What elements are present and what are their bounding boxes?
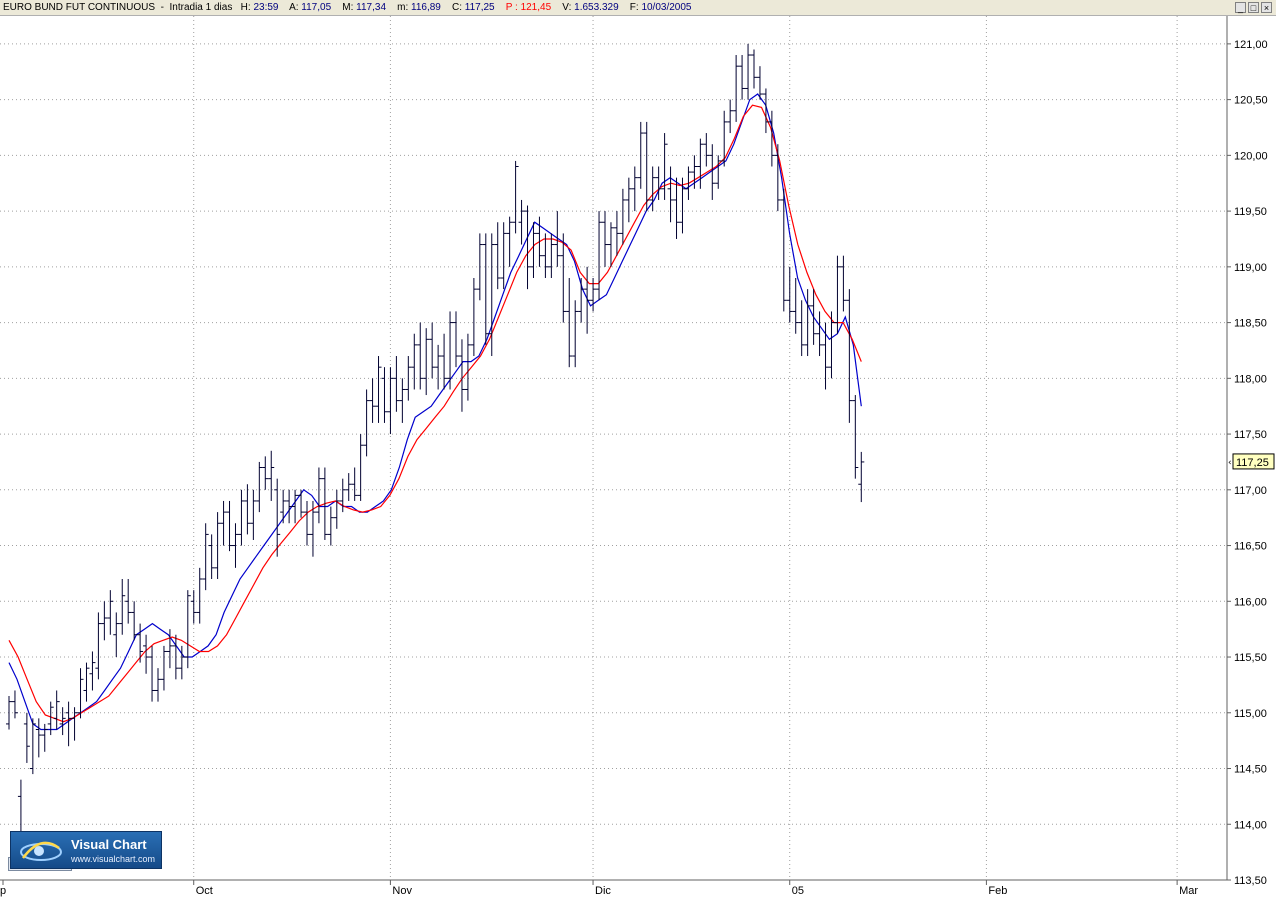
minimize-button[interactable]: _: [1235, 2, 1246, 13]
x-tick-label: Oct: [196, 885, 213, 897]
visual-chart-logo: Visual Chart www.visualchart.com: [10, 831, 162, 869]
y-tick-label: 120,50: [1234, 95, 1268, 107]
y-tick-label: 118,50: [1234, 318, 1267, 330]
open-value: 117,05: [301, 2, 332, 13]
low-value: 116,89: [411, 2, 441, 13]
high-label: M:: [342, 2, 354, 13]
open-label: A:: [289, 2, 299, 13]
y-tick-label: 116,50: [1234, 541, 1267, 553]
volume-label: V:: [562, 2, 572, 13]
logo-name: Visual Chart: [71, 837, 147, 852]
y-tick-label: 114,00: [1234, 819, 1267, 831]
close-button[interactable]: ×: [1261, 2, 1272, 13]
close-value: 117,25: [464, 2, 495, 13]
high-value: 117,34: [356, 2, 386, 13]
logo-swoosh-icon: [20, 841, 62, 861]
y-tick-label: 117,50: [1234, 429, 1267, 441]
instrument-name: EURO BUND FUT CONTINUOUS: [3, 2, 156, 13]
close-label: C:: [451, 2, 462, 13]
price-chart[interactable]: 121,00 120,50 120,00 119,50 119,00 118,50 118,…: [0, 0, 1276, 897]
low-label: m:: [397, 2, 409, 13]
y-tick-label: 119,00: [1234, 262, 1267, 274]
hour-value: 23:59: [253, 2, 279, 13]
last-price-marker: 117,25 ‹: [1228, 453, 1275, 470]
last-price-label: 117,25: [1236, 457, 1269, 469]
price-value: 121,45: [520, 2, 552, 13]
x-tick-label: 05: [792, 885, 804, 897]
price-label: P :: [505, 2, 518, 13]
y-tick-label: 117,00: [1234, 485, 1267, 497]
y-tick-label: 116,00: [1234, 596, 1267, 608]
y-tick-label: 115,50: [1234, 652, 1267, 664]
x-tick-label: Nov: [392, 885, 412, 897]
y-tick-label: 120,00: [1234, 150, 1268, 162]
last-price-pointer: ‹: [1228, 458, 1232, 468]
x-tick-label: p: [0, 885, 6, 897]
instrument-quote-line: EURO BUND FUT CONTINUOUS - Intradia 1 di…: [3, 2, 692, 13]
date-value: 10/03/2005: [641, 2, 692, 13]
timeframe: Intradia 1 dias: [169, 2, 233, 13]
logo-url: www.visualchart.com: [71, 854, 156, 864]
chart-background: [0, 16, 1276, 897]
x-tick-label: Dic: [595, 885, 611, 897]
hour-label: H:: [240, 2, 251, 13]
y-tick-label: 118,00: [1234, 373, 1267, 385]
date-label: F:: [629, 2, 639, 13]
x-tick-label: Mar: [1179, 885, 1198, 897]
chart-title-bar[interactable]: EURO BUND FUT CONTINUOUS - Intradia 1 di…: [0, 0, 1276, 16]
y-tick-label: 115,00: [1234, 708, 1267, 720]
volume-value: 1.653.329: [574, 2, 619, 13]
y-tick-label: 114,50: [1234, 764, 1267, 776]
maximize-button[interactable]: □: [1248, 2, 1259, 13]
window-controls: _ □ ×: [1235, 2, 1272, 13]
y-tick-label: 121,00: [1234, 39, 1268, 51]
y-tick-label: 113,50: [1234, 875, 1267, 887]
x-tick-label: Feb: [988, 885, 1007, 897]
y-tick-label: 119,50: [1234, 206, 1267, 218]
